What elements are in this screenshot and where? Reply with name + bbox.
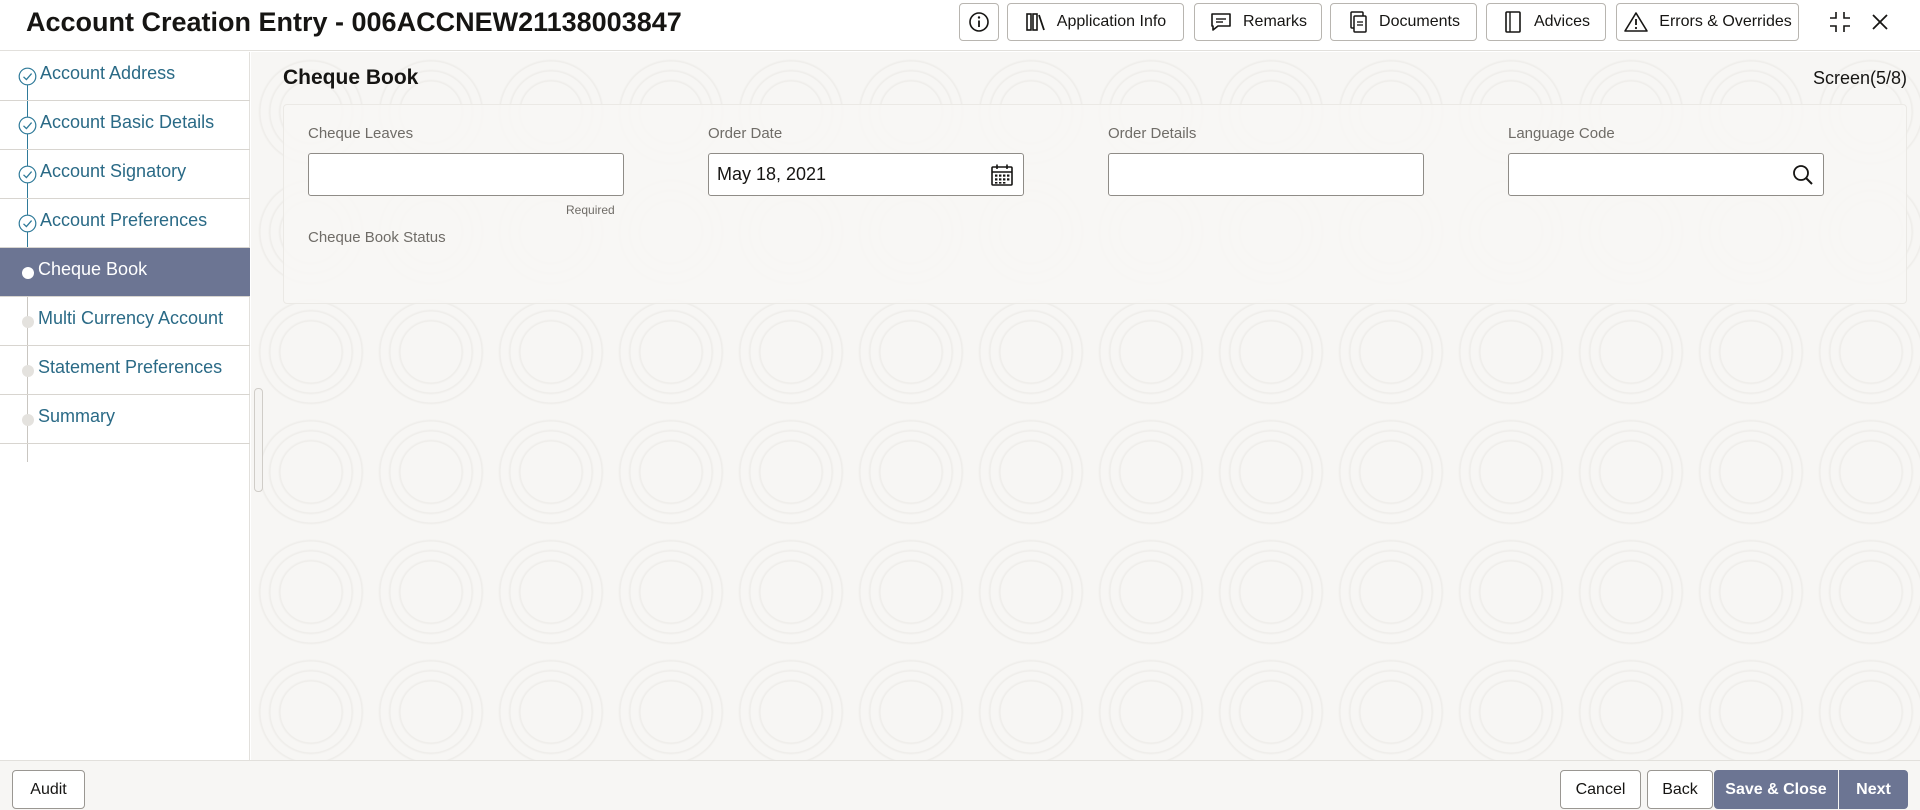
pane-resize-handle[interactable]	[254, 388, 263, 492]
application-info-button[interactable]: Application Info	[1007, 3, 1184, 41]
documents-button[interactable]: Documents	[1330, 3, 1477, 41]
order-details-input[interactable]	[1108, 153, 1424, 196]
collapse-icon	[1830, 12, 1850, 32]
cancel-button[interactable]: Cancel	[1560, 770, 1641, 809]
advices-button[interactable]: Advices	[1486, 3, 1606, 41]
pending-step-dot	[22, 365, 34, 377]
cheque-leaves-label: Cheque Leaves	[308, 125, 414, 142]
calendar-icon	[991, 164, 1013, 186]
cheque-book-status-label: Cheque Book Status	[308, 229, 446, 246]
sidebar-item-label: Account Signatory	[40, 161, 187, 181]
sidebar-item-label: Account Basic Details	[40, 112, 215, 132]
warning-icon	[1624, 12, 1649, 32]
sidebar-item-account-preferences[interactable]: Account Preferences	[0, 199, 250, 248]
language-code-label: Language Code	[1508, 125, 1615, 142]
sidebar-item-account-signatory[interactable]: Account Signatory	[0, 150, 250, 199]
info-button[interactable]	[959, 3, 999, 41]
order-details-label: Order Details	[1108, 125, 1197, 142]
sidebar-item-label: Summary	[38, 406, 116, 426]
sidebar-item-statement-preferences[interactable]: Statement Preferences	[0, 346, 250, 395]
order-date-input[interactable]: May 18, 2021	[708, 153, 1024, 196]
sidebar-item-label: Account Address	[40, 63, 176, 83]
sidebar-item-label: Multi Currency Account	[38, 308, 224, 328]
main-content: Cheque Book Screen(5/8) Cheque Leaves Re…	[251, 52, 1920, 760]
sidebar-item-account-basic-details[interactable]: Account Basic Details	[0, 101, 250, 150]
cheque-leaves-input[interactable]	[308, 153, 624, 196]
documents-label: Documents	[1379, 13, 1460, 30]
sidebar-item-cheque-book[interactable]: Cheque Book	[0, 248, 250, 297]
sidebar-item-summary[interactable]: Summary	[0, 395, 250, 444]
audit-button[interactable]: Audit	[12, 770, 85, 809]
check-circle-icon	[18, 67, 37, 86]
check-circle-icon	[18, 165, 37, 184]
page-title: Account Creation Entry - 006ACCNEW211380…	[26, 7, 682, 37]
sidebar-item-account-address[interactable]: Account Address	[0, 52, 250, 101]
library-icon	[1025, 13, 1045, 31]
close-button[interactable]	[1865, 7, 1895, 37]
sidebar-item-label: Cheque Book	[38, 259, 148, 279]
save-close-button[interactable]: Save & Close	[1714, 770, 1838, 809]
errors-overrides-label: Errors & Overrides	[1659, 13, 1792, 30]
language-code-input[interactable]	[1508, 153, 1824, 196]
collapse-button[interactable]	[1825, 7, 1855, 37]
pending-step-dot	[22, 414, 34, 426]
close-icon	[1872, 14, 1888, 30]
pending-step-dot	[22, 316, 34, 328]
sidebar-item-label: Statement Preferences	[38, 357, 223, 377]
chat-icon	[1211, 13, 1231, 31]
advices-label: Advices	[1533, 13, 1591, 30]
next-button[interactable]: Next	[1839, 770, 1908, 809]
page-header: Account Creation Entry - 006ACCNEW211380…	[0, 0, 1920, 51]
notebook-icon	[1505, 11, 1521, 33]
cheque-book-form: Cheque Leaves Required Order Date May 18…	[283, 104, 1907, 304]
page-footer: Audit Cancel Back Save & Close Next	[0, 760, 1920, 810]
order-date-label: Order Date	[708, 125, 783, 142]
sidebar-item-multi-currency-account[interactable]: Multi Currency Account	[0, 297, 250, 346]
remarks-label: Remarks	[1242, 13, 1307, 30]
back-button[interactable]: Back	[1647, 770, 1713, 809]
check-circle-icon	[18, 214, 37, 233]
info-icon	[969, 12, 989, 32]
errors-overrides-button[interactable]: Errors & Overrides	[1616, 3, 1799, 41]
step-navigation: Account Address Account Basic Details Ac…	[0, 52, 250, 760]
sidebar-item-label: Account Preferences	[40, 210, 208, 230]
check-circle-icon	[18, 116, 37, 135]
order-date-value: May 18, 2021	[717, 164, 827, 184]
remarks-button[interactable]: Remarks	[1194, 3, 1322, 41]
documents-icon	[1350, 11, 1367, 33]
calendar-button[interactable]	[989, 162, 1015, 188]
required-hint: Required	[566, 203, 615, 217]
screen-counter: Screen(5/8)	[1812, 68, 1907, 88]
current-step-dot	[22, 267, 34, 279]
language-code-search-button[interactable]	[1791, 163, 1815, 187]
search-icon	[1793, 164, 1813, 185]
application-info-label: Application Info	[1056, 13, 1167, 30]
section-title: Cheque Book	[283, 66, 419, 89]
